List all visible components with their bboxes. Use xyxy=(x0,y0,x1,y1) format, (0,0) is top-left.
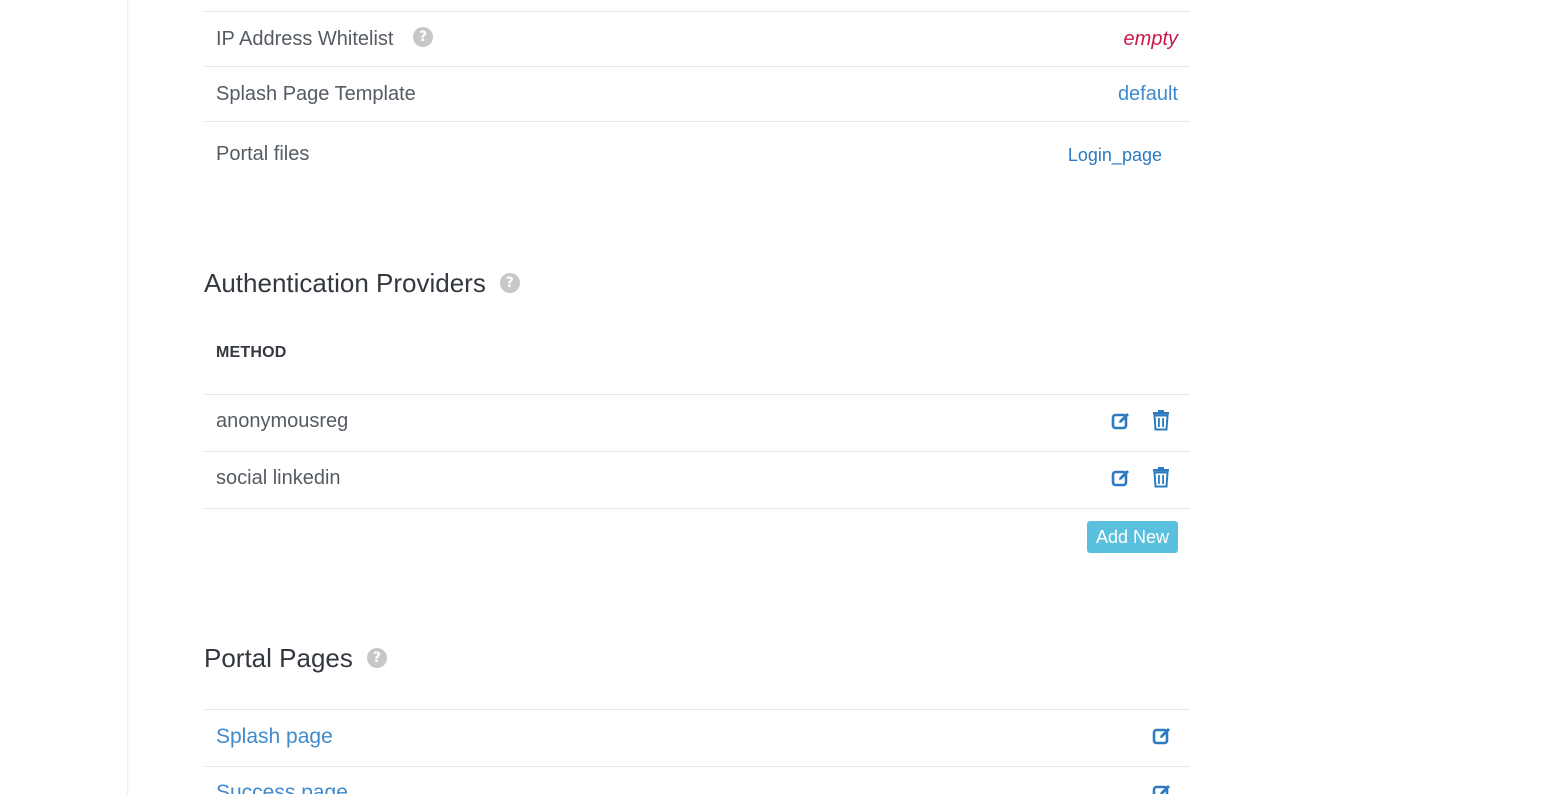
left-sidebar xyxy=(0,0,128,794)
auth-providers-title: Authentication Providers? xyxy=(204,268,520,299)
trash-icon[interactable] xyxy=(1150,409,1172,431)
question-circle-icon[interactable]: ? xyxy=(366,648,387,669)
divider xyxy=(204,451,1190,452)
edit-icon[interactable] xyxy=(1110,467,1132,489)
splash-template-value[interactable]: default xyxy=(1118,83,1178,106)
question-circle-icon[interactable]: ? xyxy=(499,273,520,294)
portal-pages-title-text: Portal Pages xyxy=(204,643,353,673)
setting-label: Portal files xyxy=(216,143,310,165)
portal-page-link[interactable]: Success page xyxy=(216,781,348,794)
setting-row-portal-files: Portal files Login_page xyxy=(204,121,1190,188)
auth-providers-title-text: Authentication Providers xyxy=(204,268,486,298)
divider xyxy=(204,394,1190,395)
setting-label: IP Address Whitelist ? xyxy=(216,26,434,51)
ip-whitelist-value[interactable]: empty xyxy=(1124,28,1178,51)
question-circle-icon[interactable]: ? xyxy=(413,26,434,47)
setting-label-text: IP Address Whitelist xyxy=(216,28,394,50)
divider xyxy=(204,709,1190,710)
method-column-header: METHOD xyxy=(216,344,287,361)
edit-icon[interactable] xyxy=(1151,782,1173,794)
page: IP Address Whitelist ? empty Splash Page… xyxy=(0,0,1556,794)
portal-file-link[interactable]: Login_page xyxy=(1068,145,1162,166)
divider xyxy=(204,766,1190,767)
setting-row-ip-whitelist: IP Address Whitelist ? empty xyxy=(204,11,1190,66)
trash-icon[interactable] xyxy=(1150,466,1172,488)
provider-method: anonymousreg xyxy=(216,410,349,432)
provider-method: social linkedin xyxy=(216,467,341,489)
divider xyxy=(204,508,1190,509)
setting-row-splash-template: Splash Page Template default xyxy=(204,66,1190,121)
portal-pages-title: Portal Pages? xyxy=(204,643,387,674)
portal-page-link[interactable]: Splash page xyxy=(216,725,333,749)
portal-settings-table: IP Address Whitelist ? empty Splash Page… xyxy=(204,11,1190,188)
edit-icon[interactable] xyxy=(1110,410,1132,432)
add-new-provider-button[interactable]: Add New xyxy=(1086,521,1178,553)
edit-icon[interactable] xyxy=(1151,725,1173,747)
setting-label: Splash Page Template xyxy=(216,83,416,105)
